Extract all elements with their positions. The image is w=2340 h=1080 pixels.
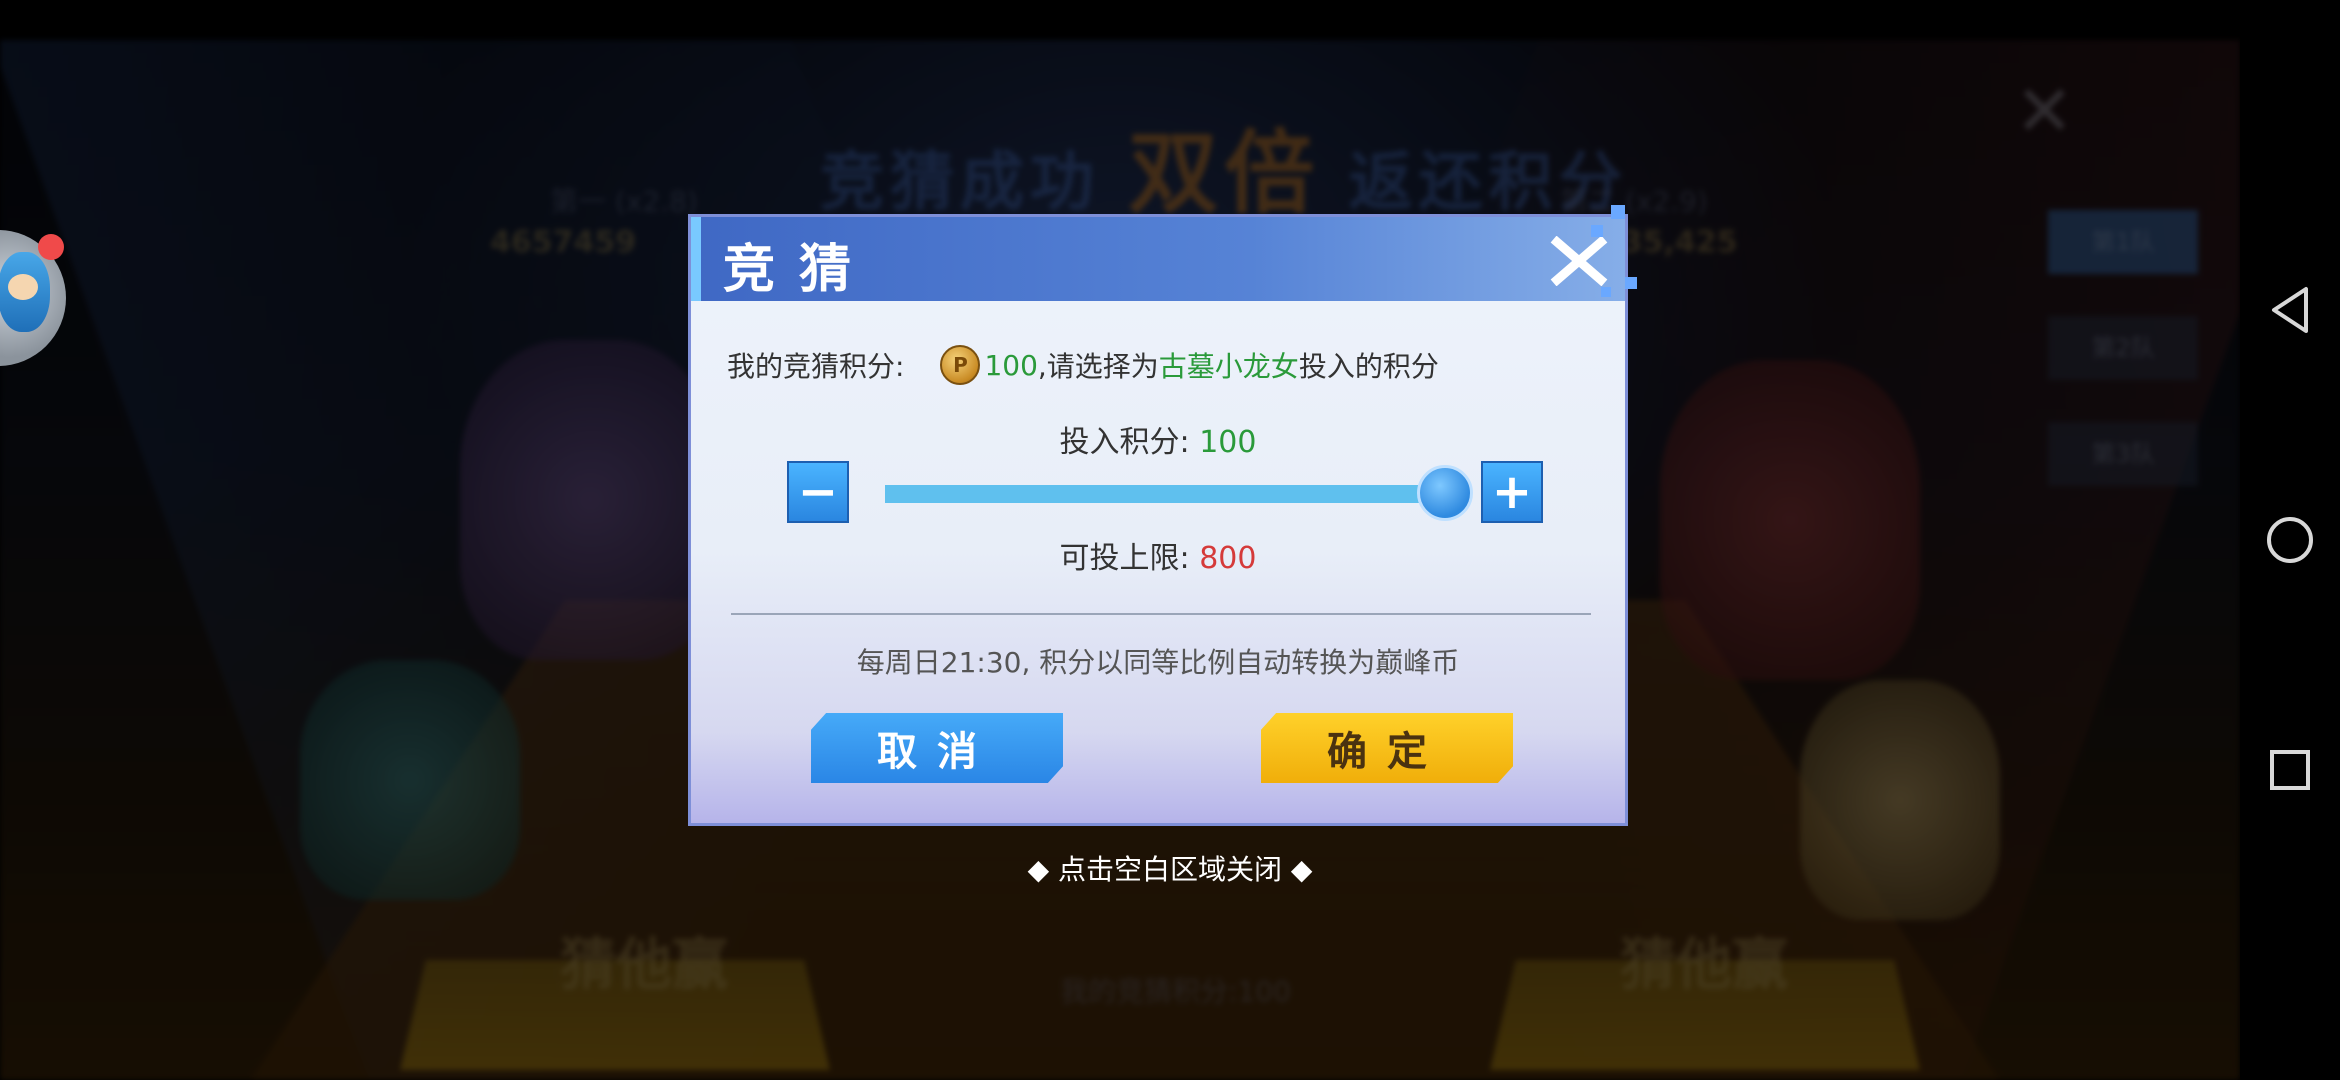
navigation-bar (2240, 0, 2340, 1080)
plus-icon: + (1491, 464, 1533, 520)
my-points-value: 100 (984, 348, 1038, 382)
coin-icon: P (940, 345, 981, 385)
decor-pixel (1591, 225, 1603, 237)
back-triangle-icon[interactable] (2262, 282, 2318, 338)
invest-points-row: 投入积分: 100 (691, 417, 1625, 461)
points-slider-track[interactable] (885, 485, 1445, 503)
my-points-label: 我的竞猜积分: (727, 350, 905, 383)
points-slider-thumb[interactable] (1417, 465, 1473, 521)
my-points-row: 我的竞猜积分: P 100 ,请选择为 古墓小龙女 投入的积分 (727, 341, 1587, 389)
prompt-suffix: 投入的积分 (1298, 350, 1439, 383)
divider (731, 613, 1591, 615)
dialog-header: 竞猜 (691, 217, 1625, 301)
cancel-button[interactable]: 取消 (811, 713, 1063, 783)
limit-row: 可投上限: 800 (691, 533, 1625, 577)
plus-button[interactable]: + (1481, 461, 1543, 523)
decor-pixel (1625, 277, 1637, 289)
confirm-label: 确定 (1327, 729, 1447, 775)
confirm-button[interactable]: 确定 (1261, 713, 1513, 783)
limit-label: 可投上限: (1059, 541, 1190, 576)
limit-value: 800 (1199, 541, 1257, 576)
recents-square-icon[interactable] (2262, 742, 2318, 798)
monkey-avatar-icon (0, 252, 50, 332)
decor-pixel (1601, 287, 1611, 297)
prompt-prefix: ,请选择为 (1037, 350, 1159, 383)
close-icon (1550, 236, 1608, 286)
minus-icon: − (797, 464, 839, 520)
target-name: 古墓小龙女 (1158, 350, 1299, 383)
conversion-notice: 每周日21:30, 积分以同等比例自动转换为巅峰币 (856, 646, 1460, 679)
notification-dot (38, 234, 64, 260)
invest-value: 100 (1199, 425, 1257, 460)
home-circle-icon[interactable] (2262, 512, 2318, 568)
decor-pixel (1611, 205, 1625, 219)
tap-blank-to-close-hint[interactable]: ◆ 点击空白区域关闭 ◆ (0, 848, 2340, 888)
header-accent (691, 217, 701, 301)
invest-label: 投入积分: (1059, 425, 1190, 460)
cancel-label: 取消 (877, 729, 997, 775)
dialog-title: 竞猜 (723, 240, 876, 300)
minus-button[interactable]: − (787, 461, 849, 523)
guess-dialog: 竞猜 我的竞猜积分: P 100 ,请选择为 古墓小龙女 投入的积分 投入积分:… (688, 205, 1637, 826)
